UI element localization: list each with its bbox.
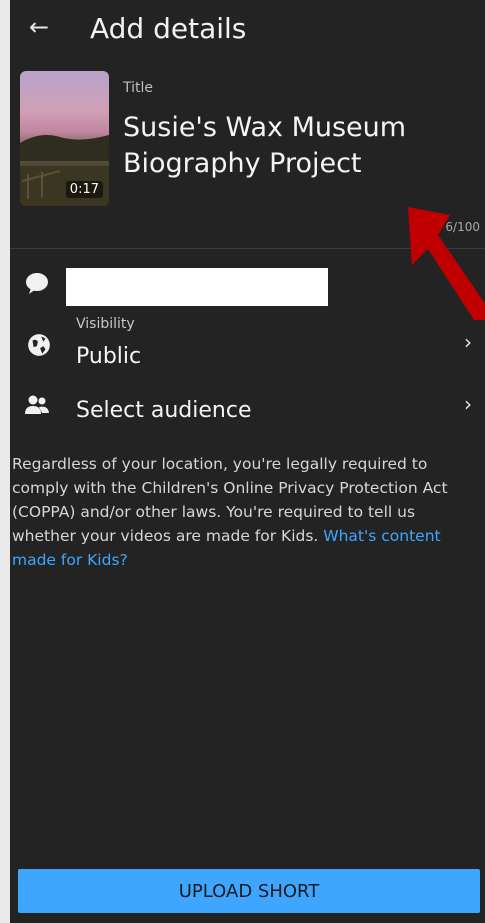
audience-label: Select audience bbox=[76, 398, 252, 423]
back-arrow-icon[interactable]: ← bbox=[24, 12, 54, 42]
description-input[interactable] bbox=[66, 268, 328, 306]
chevron-right-icon[interactable]: › bbox=[464, 330, 472, 354]
description-bubble-icon bbox=[26, 273, 48, 294]
video-thumbnail[interactable]: 0:17 bbox=[20, 71, 109, 206]
annotation-arrow-icon bbox=[408, 207, 485, 320]
globe-icon bbox=[28, 334, 50, 356]
upload-short-button[interactable]: UPLOAD SHORT bbox=[18, 869, 480, 913]
audience-row[interactable]: Select audience › bbox=[10, 390, 485, 424]
visibility-label: Visibility bbox=[76, 316, 135, 332]
chevron-right-icon[interactable]: › bbox=[464, 392, 472, 416]
video-duration: 0:17 bbox=[65, 181, 103, 198]
title-label: Title bbox=[123, 80, 154, 96]
visibility-value[interactable]: Public bbox=[76, 344, 141, 369]
phone-screen: ← Add details 0:17 Title Susie's Wax Mus… bbox=[10, 0, 485, 923]
people-icon bbox=[25, 395, 49, 414]
page-title: Add details bbox=[90, 12, 247, 45]
title-input[interactable]: Susie's Wax Museum Biography Project bbox=[123, 110, 463, 182]
top-bar: ← Add details bbox=[10, 0, 485, 62]
coppa-notice: Regardless of your location, you're lega… bbox=[12, 452, 480, 572]
